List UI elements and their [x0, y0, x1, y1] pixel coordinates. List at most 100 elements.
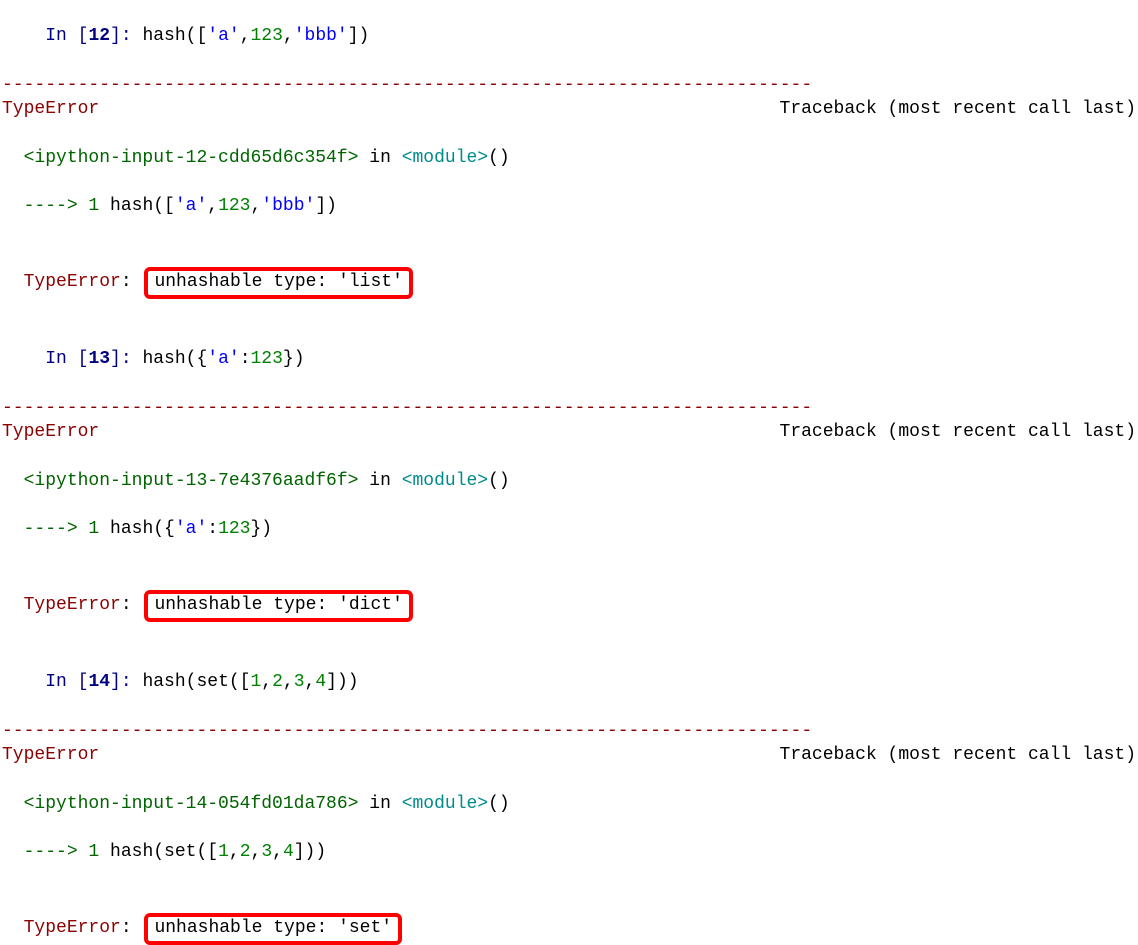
source-ref: <ipython-input-13-7e4376aadf6f>: [24, 471, 359, 491]
arrow-marker: ----> 1: [24, 519, 100, 539]
echo-comma: ,: [251, 842, 262, 862]
paren: (): [488, 471, 510, 491]
traceback-arrow-line: ----> 1 hash(set([1,2,3,4])): [0, 816, 1138, 865]
echo-str-a: 'a': [175, 196, 207, 216]
module-ref: <module>: [402, 471, 488, 491]
paren: (): [488, 794, 510, 814]
code-close: ]): [348, 26, 370, 46]
colon: :: [121, 918, 143, 938]
traceback-header: TypeError Traceback (most recent call la…: [0, 743, 1138, 767]
echo-close: ])): [294, 842, 326, 862]
code-prefix: hash({: [132, 349, 208, 369]
echo-close: }): [250, 519, 272, 539]
error-name: TypeError: [2, 420, 99, 444]
traceback-header: TypeError Traceback (most recent call la…: [0, 420, 1138, 444]
code-prefix: hash(set([: [132, 672, 251, 692]
code-num-3: 3: [294, 672, 305, 692]
error-message: unhashable type: 'dict': [154, 595, 402, 615]
error-name-final: TypeError: [24, 918, 121, 938]
error-highlight-box: unhashable type: 'dict': [144, 590, 412, 621]
traceback-divider: ----------------------------------------…: [0, 396, 1138, 420]
prompt-in-number: 14: [88, 672, 110, 692]
prompt-in-number: 13: [88, 349, 110, 369]
echo-comma: ,: [229, 842, 240, 862]
traceback-source-line: <ipython-input-13-7e4376aadf6f> in <modu…: [0, 444, 1138, 493]
error-name-final: TypeError: [24, 595, 121, 615]
echo-prefix: hash(set([: [99, 842, 218, 862]
echo-num-4: 4: [283, 842, 294, 862]
module-ref: <module>: [402, 148, 488, 168]
code-str-a: 'a': [207, 26, 239, 46]
echo-num-123: 123: [218, 519, 250, 539]
code-num-1: 1: [250, 672, 261, 692]
error-highlight-box: unhashable type: 'list': [144, 267, 412, 298]
source-ref: <ipython-input-14-054fd01da786>: [24, 794, 359, 814]
error-message: unhashable type: 'set': [154, 918, 392, 938]
error-message-line: TypeError: unhashable type: 'set': [0, 889, 1138, 945]
echo-close: ]): [315, 196, 337, 216]
error-message-line: TypeError: unhashable type: 'dict': [0, 566, 1138, 622]
echo-comma: ,: [207, 196, 218, 216]
echo-prefix: hash([: [99, 196, 175, 216]
code-comma: ,: [305, 672, 316, 692]
input-cell-12: In [12]: hash(['a',123,'bbb']): [0, 0, 1138, 73]
echo-num-3: 3: [261, 842, 272, 862]
in-word: in: [358, 794, 401, 814]
prompt-in-close: ]:: [110, 672, 132, 692]
echo-comma: ,: [250, 196, 261, 216]
traceback-divider: ----------------------------------------…: [0, 719, 1138, 743]
error-name: TypeError: [2, 97, 99, 121]
echo-str-a: 'a': [175, 519, 207, 539]
traceback-arrow-line: ----> 1 hash(['a',123,'bbb']): [0, 170, 1138, 219]
error-message-line: TypeError: unhashable type: 'list': [0, 243, 1138, 299]
echo-num-1: 1: [218, 842, 229, 862]
code-close: }): [283, 349, 305, 369]
traceback-header: TypeError Traceback (most recent call la…: [0, 97, 1138, 121]
traceback-divider: ----------------------------------------…: [0, 73, 1138, 97]
traceback-label: Traceback (most recent call last): [780, 420, 1136, 444]
input-cell-14: In [14]: hash(set([1,2,3,4])): [0, 646, 1138, 719]
prompt-in-close: ]:: [110, 26, 132, 46]
colon: :: [121, 595, 143, 615]
blank-line: [0, 219, 1138, 243]
traceback-source-line: <ipython-input-14-054fd01da786> in <modu…: [0, 767, 1138, 816]
source-ref: <ipython-input-12-cdd65d6c354f>: [24, 148, 359, 168]
code-num-4: 4: [315, 672, 326, 692]
echo-colon: :: [207, 519, 218, 539]
error-name-final: TypeError: [24, 272, 121, 292]
code-str-bbb: 'bbb': [294, 26, 348, 46]
code-num-123: 123: [251, 349, 283, 369]
code-num-2: 2: [272, 672, 283, 692]
traceback-label: Traceback (most recent call last): [780, 743, 1136, 767]
code-comma: ,: [283, 26, 294, 46]
blank-line: [0, 622, 1138, 646]
code-close: ])): [326, 672, 358, 692]
echo-comma: ,: [272, 842, 283, 862]
paren: (): [488, 148, 510, 168]
blank-line: [0, 299, 1138, 323]
traceback-source-line: <ipython-input-12-cdd65d6c354f> in <modu…: [0, 121, 1138, 170]
code-comma: ,: [283, 672, 294, 692]
echo-prefix: hash({: [99, 519, 175, 539]
code-comma: ,: [240, 26, 251, 46]
arrow-marker: ----> 1: [24, 842, 100, 862]
error-name: TypeError: [2, 743, 99, 767]
prompt-in-label: In [: [45, 349, 88, 369]
arrow-marker: ----> 1: [24, 196, 100, 216]
error-message: unhashable type: 'list': [154, 272, 402, 292]
code-colon: :: [240, 349, 251, 369]
blank-line: [0, 865, 1138, 889]
error-highlight-box: unhashable type: 'set': [144, 913, 402, 944]
input-cell-13: In [13]: hash({'a':123}): [0, 323, 1138, 396]
traceback-arrow-line: ----> 1 hash({'a':123}): [0, 493, 1138, 542]
echo-num-2: 2: [240, 842, 251, 862]
code-str-a: 'a': [207, 349, 239, 369]
prompt-in-close: ]:: [110, 349, 132, 369]
in-word: in: [358, 148, 401, 168]
prompt-in-number: 12: [88, 26, 110, 46]
module-ref: <module>: [402, 794, 488, 814]
code-num-123: 123: [251, 26, 283, 46]
echo-str-bbb: 'bbb': [261, 196, 315, 216]
echo-num-123: 123: [218, 196, 250, 216]
prompt-in-label: In [: [45, 26, 88, 46]
